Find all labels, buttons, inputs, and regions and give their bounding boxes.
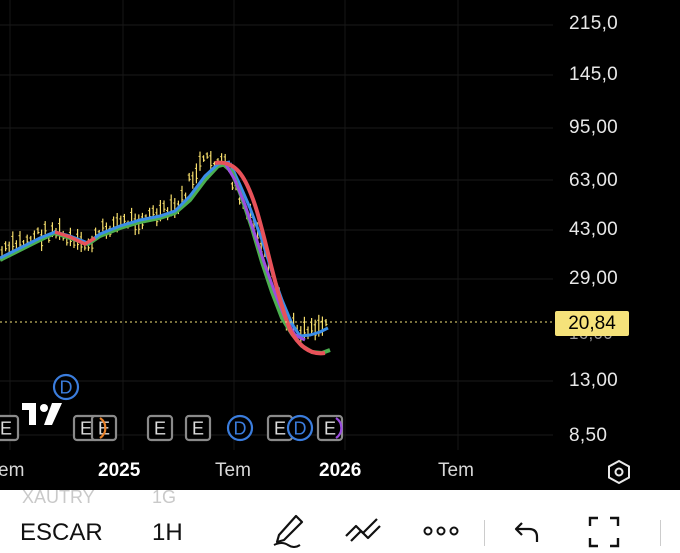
y-label-43: 43,00 [569, 219, 619, 240]
event-marker-label: E [80, 419, 92, 439]
ma-slow-line [0, 161, 231, 262]
price-bar [43, 221, 47, 235]
price-bar [306, 326, 310, 340]
price-bar [101, 218, 105, 232]
event-marker-e[interactable]: E [0, 414, 20, 442]
y-label-29: 29,00 [569, 268, 619, 289]
more-icon[interactable] [421, 524, 461, 538]
event-marker-e[interactable]: E [184, 414, 212, 442]
y-label-13: 13,00 [569, 370, 619, 391]
x-label-2025: 2025 [98, 460, 141, 481]
ma-fast-line [214, 160, 326, 356]
event-marker-label: E [0, 419, 12, 439]
price-bar [230, 181, 234, 190]
event-marker-e[interactable]: E [90, 414, 118, 442]
symbol-button[interactable]: ESCAR [20, 519, 103, 547]
x-label-tem-1: Tem [215, 460, 251, 481]
event-marker-label: E [324, 419, 336, 439]
y-label-145: 145,0 [569, 64, 619, 85]
toolbar-divider [484, 520, 485, 546]
price-bar [202, 155, 206, 162]
event-marker-d[interactable]: D [226, 414, 254, 442]
previous-symbol-ghost: XAUTRY [22, 487, 95, 507]
y-label-8-5: 8,50 [569, 425, 608, 446]
x-label-tem-2: Tem [438, 460, 474, 481]
event-marker-e[interactable]: E [146, 414, 174, 442]
price-bar [209, 151, 213, 171]
price-bar [205, 152, 209, 159]
current-price-tag: 20,84 [555, 311, 629, 336]
price-bar [162, 200, 166, 213]
bottom-toolbar: XAUTRY 1G ESCAR 1H [0, 487, 680, 553]
event-marker-d[interactable]: D [286, 414, 314, 442]
toolbar-divider-right [660, 520, 661, 546]
hexagon-settings-icon [608, 459, 630, 485]
y-label-215: 215,0 [569, 13, 619, 34]
drawings-icon[interactable] [343, 514, 383, 546]
chart-settings-button[interactable] [605, 458, 633, 486]
event-marker-label: D [60, 378, 73, 398]
y-label-95: 95,00 [569, 117, 619, 138]
tradingview-logo [22, 403, 62, 425]
price-bar [36, 227, 40, 235]
y-label-63: 63,00 [569, 170, 619, 191]
ma-fast-line-segment [54, 230, 96, 246]
event-marker-label: D [294, 419, 307, 439]
previous-interval-ghost: 1G [152, 487, 177, 507]
price-bar [11, 231, 15, 252]
interval-button[interactable]: 1H [152, 519, 183, 547]
undo-icon[interactable] [512, 518, 542, 544]
chart-area[interactable]: DEEEEEDEDE 215,0 145,0 95,00 63,00 43,00… [0, 0, 680, 490]
price-bar [324, 319, 328, 327]
x-label-em: em [0, 460, 25, 481]
fullscreen-icon[interactable] [587, 515, 621, 549]
price-bar [198, 151, 202, 171]
pen-icon[interactable] [270, 512, 306, 548]
price-bar [4, 241, 8, 252]
event-marker-label: E [274, 419, 286, 439]
event-marker-label: E [154, 419, 166, 439]
price-bar [313, 319, 317, 341]
event-marker-d[interactable]: D [52, 373, 80, 401]
event-marker-label: D [234, 419, 247, 439]
event-marker-label: E [192, 419, 204, 439]
x-label-2026: 2026 [319, 460, 362, 481]
